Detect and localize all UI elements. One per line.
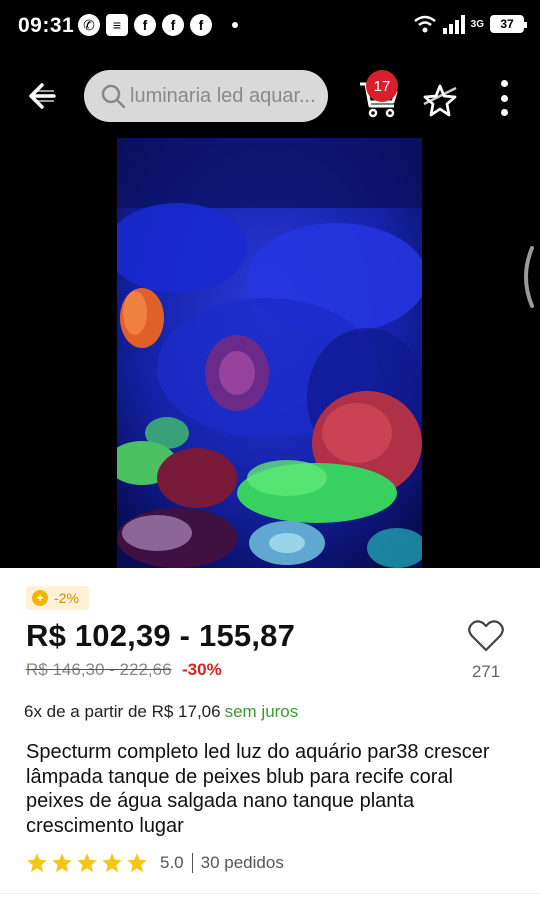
star-icon xyxy=(52,853,72,872)
star-icon xyxy=(77,853,97,872)
discount-percent: -30% xyxy=(182,660,222,679)
no-interest-label: sem juros xyxy=(224,702,299,721)
star-icon xyxy=(27,853,47,872)
cart-count-badge: 17 xyxy=(366,70,398,102)
coin-discount-badge: + -2% xyxy=(26,586,89,610)
divider xyxy=(191,853,193,873)
original-price: R$ 146,30 - 222,66 xyxy=(26,660,172,679)
system-icons: 3G 37 xyxy=(413,14,527,34)
battery-level: 37 xyxy=(500,17,514,31)
divider xyxy=(0,893,540,894)
network-type: 3G xyxy=(470,18,484,30)
orders-count: 30 pedidos xyxy=(200,853,284,872)
rating-row[interactable]: 5.0 30 pedidos xyxy=(26,852,284,874)
product-media[interactable] xyxy=(0,138,540,568)
star-icon xyxy=(127,853,147,872)
product-info: + -2% R$ 102,39 - 155,87 R$ 146,30 - 222… xyxy=(0,568,540,911)
status-bar: 09:31 ✆ ≡ f f f 3G 37 xyxy=(0,0,540,54)
heart-icon[interactable] xyxy=(467,618,505,654)
rating-stars xyxy=(26,852,148,874)
signal-icon xyxy=(442,14,465,34)
back-arrow-icon[interactable] xyxy=(24,78,60,114)
rating-value: 5.0 xyxy=(160,853,184,872)
wishlist-count: 271 xyxy=(471,662,501,681)
notification-icons: ✆ ≡ f f f xyxy=(78,14,238,36)
star-icon xyxy=(102,853,122,872)
product-title: Specturm completo led luz do aquário par… xyxy=(26,741,490,837)
app-header: luminaria led aquar... 17 xyxy=(0,54,540,138)
product-video[interactable] xyxy=(117,138,422,568)
message-icon: ≡ xyxy=(106,14,128,36)
facebook-icon: f xyxy=(162,14,184,36)
whatsapp-icon: ✆ xyxy=(78,14,100,36)
facebook-icon: f xyxy=(190,14,212,36)
coin-discount-text: -2% xyxy=(54,590,79,606)
installments-text: 6x de a partir de R$ 17,06 xyxy=(24,702,221,721)
facebook-icon: f xyxy=(134,14,156,36)
store-star-icon[interactable] xyxy=(420,82,460,118)
installments-info: 6x de a partir de R$ 17,06 sem juros xyxy=(24,702,298,722)
search-bar[interactable]: luminaria led aquar... xyxy=(84,70,328,122)
coin-icon: + xyxy=(32,590,48,606)
more-notifications-dot xyxy=(232,22,238,28)
product-price: R$ 102,39 - 155,87 xyxy=(26,618,296,653)
gallery-handle-icon[interactable] xyxy=(516,246,536,308)
battery-icon: 37 xyxy=(490,15,527,33)
status-time: 09:31 xyxy=(18,14,75,37)
search-icon xyxy=(101,84,126,109)
wifi-icon xyxy=(413,15,436,33)
search-input[interactable]: luminaria led aquar... xyxy=(130,85,320,108)
more-options-icon[interactable] xyxy=(496,80,512,116)
